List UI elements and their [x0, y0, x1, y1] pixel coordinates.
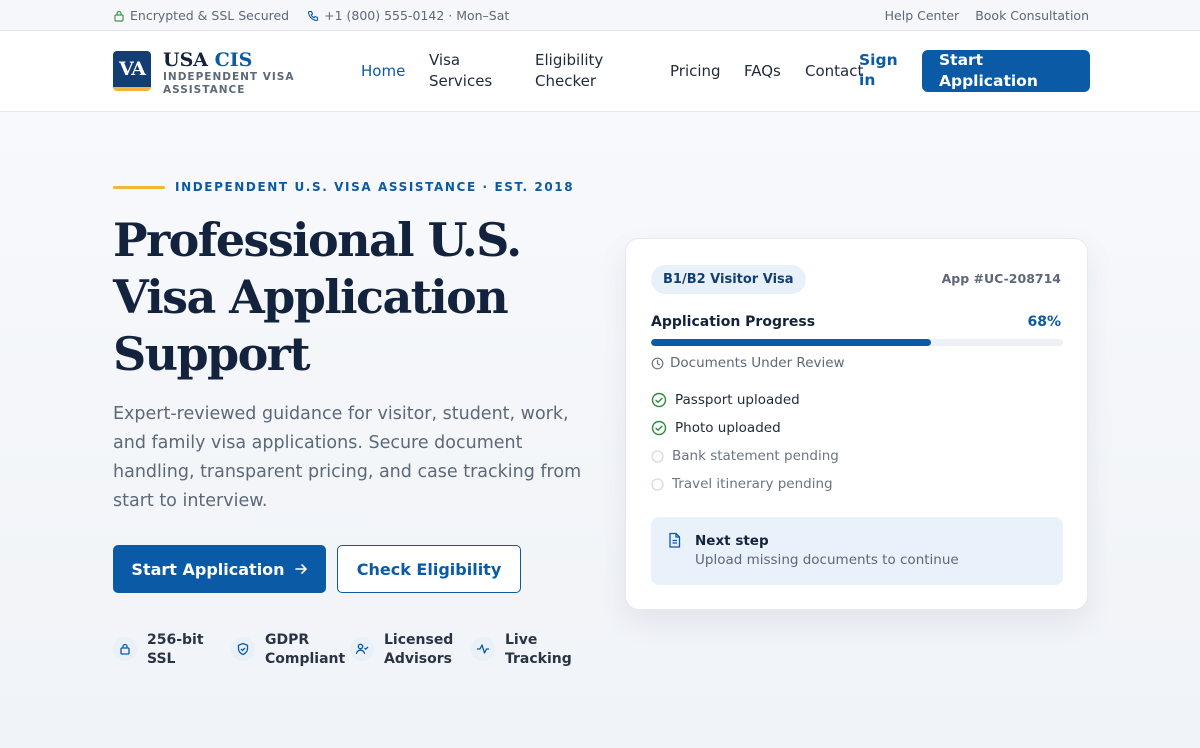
nav-contact[interactable]: Contact — [805, 61, 863, 82]
next-step-box: Next step Upload missing documents to co… — [651, 517, 1063, 585]
document-icon — [669, 532, 681, 548]
phone-icon — [308, 10, 319, 21]
nav-home[interactable]: Home — [361, 61, 405, 82]
brand-tagline: INDEPENDENT VISA ASSISTANCE — [163, 71, 295, 96]
visa-type-badge: B1/B2 Visitor Visa — [651, 265, 806, 294]
trust-label-gdpr: GDPR Compliant — [265, 632, 346, 667]
brand-name-accent: CIS — [214, 49, 253, 71]
shield-icon — [231, 637, 255, 661]
checklist-item: Travel itinerary pending — [651, 476, 833, 492]
progress-label: Application Progress — [651, 314, 816, 330]
checklist-label: Travel itinerary pending — [672, 476, 833, 492]
trust-label-advisors: Licensed Advisors — [384, 632, 454, 667]
trust-item-tracking: Live Tracking — [471, 631, 575, 669]
trust-item-ssl: 256-bit SSL — [113, 631, 207, 669]
checklist-label: Passport uploaded — [675, 392, 800, 408]
status-row: Documents Under Review — [651, 355, 845, 371]
progress-percent: 68% — [1027, 314, 1061, 330]
phone-note: +1 (800) 555-0142 · Mon–Sat — [307, 8, 509, 23]
start-application-nav-button[interactable]: Start Application — [922, 50, 1090, 92]
brand-name-main: USA — [163, 49, 215, 71]
clock-icon — [651, 357, 664, 369]
app-number: App #UC-208714 — [941, 271, 1061, 286]
logo-badge[interactable]: VA — [113, 51, 151, 91]
progress-bar-fill — [651, 339, 932, 346]
hero-eyebrow: INDEPENDENT U.S. VISA ASSISTANCE · EST. … — [113, 180, 574, 194]
security-text: Encrypted & SSL Secured — [130, 8, 290, 23]
nav-pricing[interactable]: Pricing — [670, 61, 721, 82]
checklist-item: Bank statement pending — [651, 448, 839, 464]
trust-label-ssl: 256-bit SSL — [147, 632, 204, 667]
check-circle-icon — [651, 392, 667, 408]
checklist-item: Passport uploaded — [651, 392, 800, 408]
brand[interactable]: USA CIS INDEPENDENT VISA ASSISTANCE — [163, 49, 313, 97]
eyebrow-text: INDEPENDENT U.S. VISA ASSISTANCE · EST. … — [175, 180, 575, 194]
utility-bar: Encrypted & SSL Secured +1 (800) 555-014… — [0, 0, 1200, 31]
check-eligibility-label: Check Eligibility — [356, 559, 502, 579]
sign-in-link[interactable]: Sign in — [859, 50, 899, 90]
checklist-label: Bank statement pending — [672, 448, 839, 464]
lock-icon — [113, 637, 137, 661]
check-eligibility-button[interactable]: Check Eligibility — [337, 545, 521, 593]
eyebrow-accent-line — [113, 185, 165, 189]
nav-faqs[interactable]: FAQs — [744, 61, 781, 82]
main-header: VA USA CIS INDEPENDENT VISA ASSISTANCE H… — [0, 31, 1200, 112]
security-note: Encrypted & SSL Secured — [113, 8, 289, 23]
nav-eligibility-checker[interactable]: Eligibility Checker — [535, 50, 625, 92]
empty-circle-icon — [651, 449, 664, 463]
activity-icon — [471, 637, 495, 661]
hero-title: Professional U.S. Visa Application Suppo… — [113, 213, 522, 381]
phone-text: +1 (800) 555-0142 · Mon–Sat — [324, 8, 510, 23]
trust-item-gdpr: GDPR Compliant — [231, 631, 345, 669]
status-text: Documents Under Review — [670, 355, 845, 371]
help-center-link[interactable]: Help Center — [885, 8, 960, 23]
trust-item-advisors: Licensed Advisors — [350, 631, 454, 669]
trust-label-tracking: Live Tracking — [505, 632, 572, 667]
checklist-label: Photo uploaded — [675, 420, 781, 436]
next-step-title: Next step — [695, 533, 769, 549]
arrow-right-icon — [294, 564, 307, 574]
start-application-button[interactable]: Start Application — [113, 545, 326, 593]
progress-bar — [651, 339, 1063, 346]
brand-name: USA CIS — [163, 49, 313, 71]
check-circle-icon — [651, 420, 667, 436]
empty-circle-icon — [651, 477, 664, 491]
application-card: B1/B2 Visitor Visa App #UC-208714 Applic… — [625, 238, 1088, 610]
start-application-label: Start Application — [131, 559, 285, 579]
nav-visa-services[interactable]: Visa Services — [429, 50, 509, 92]
book-consultation-link[interactable]: Book Consultation — [975, 8, 1089, 23]
lock-icon — [114, 10, 124, 22]
start-application-nav-label: Start Application — [939, 51, 1038, 90]
hero-lead: Expert-reviewed guidance for visitor, st… — [113, 404, 582, 511]
user-check-icon — [350, 637, 374, 661]
checklist-item: Photo uploaded — [651, 420, 781, 436]
next-step-text: Upload missing documents to continue — [695, 552, 959, 568]
